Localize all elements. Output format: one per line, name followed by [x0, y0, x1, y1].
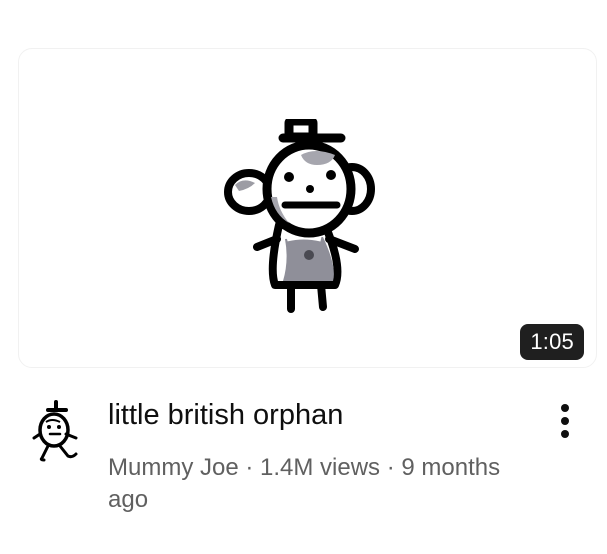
stick-figure-doodle-icon[interactable]: [30, 400, 82, 462]
meta-separator: ·: [238, 454, 261, 481]
view-count: 1.4M views: [260, 454, 381, 481]
video-card[interactable]: 1:05 little british orphan Mummy Joe · 1…: [0, 0, 607, 554]
video-thumbnail[interactable]: 1:05: [18, 48, 597, 368]
duration-badge: 1:05: [520, 324, 584, 360]
meta-separator: ·: [380, 454, 402, 481]
more-vert-icon[interactable]: [548, 398, 582, 444]
stick-monkey-doodle-icon: [224, 119, 375, 313]
video-title[interactable]: little british orphan: [108, 396, 538, 434]
video-meta: Mummy Joe · 1.4M views · 9 months ago: [108, 452, 508, 516]
channel-name[interactable]: Mummy Joe: [108, 454, 239, 481]
